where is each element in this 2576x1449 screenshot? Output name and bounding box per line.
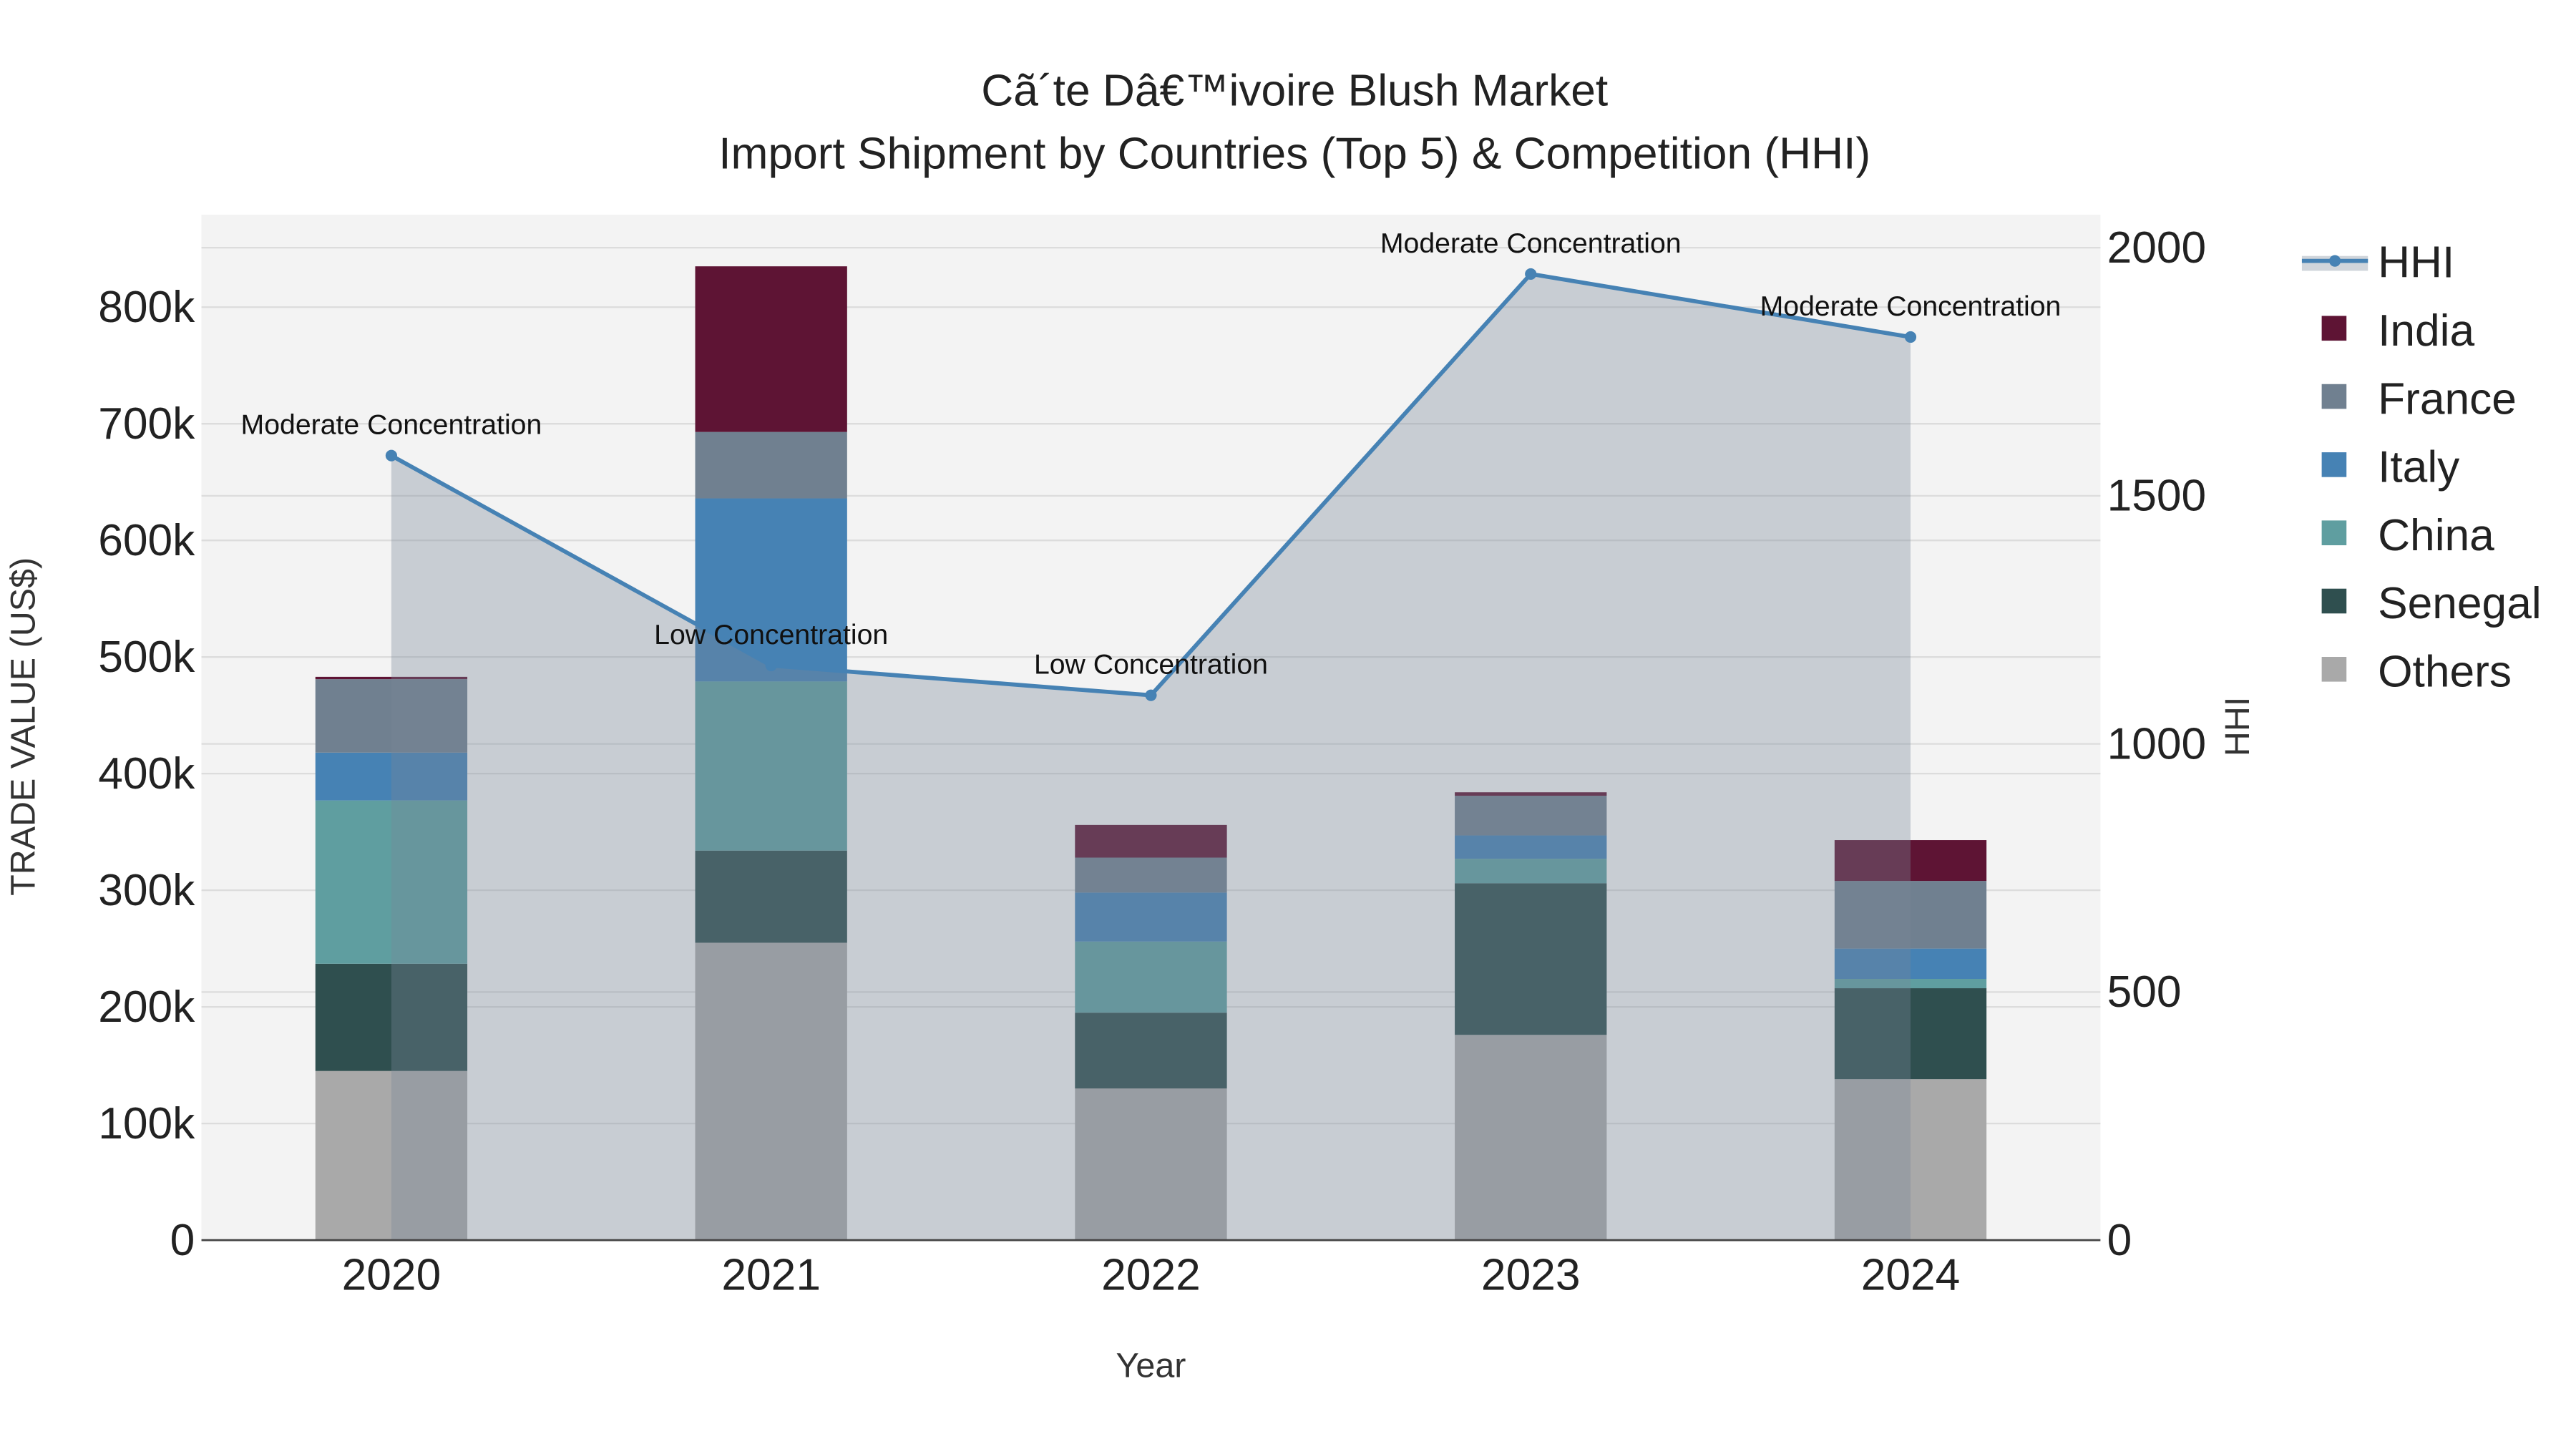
hhi-annotation: Low Concentration [1034, 649, 1268, 680]
y-tick-label: 600k [98, 516, 195, 565]
x-tick-label: 2021 [721, 1250, 821, 1299]
x-tick-label: 2024 [1861, 1250, 1961, 1299]
legend-swatch [2321, 384, 2347, 409]
y-tick-label: 800k [98, 283, 195, 332]
legend-label: HHI [2378, 238, 2454, 288]
legend-label: France [2378, 374, 2517, 424]
legend-item-india[interactable]: India [2321, 306, 2475, 356]
y2-tick-label: 0 [2107, 1216, 2132, 1265]
y-tick-label: 400k [98, 749, 195, 799]
chart-subtitle: Import Shipment by Countries (Top 5) & C… [718, 129, 1870, 178]
legend-label: Others [2378, 648, 2512, 697]
legend-label: China [2378, 511, 2494, 560]
y2-tick-label: 1000 [2107, 719, 2207, 769]
x-tick-label: 2020 [342, 1250, 441, 1299]
y-tick-label: 100k [98, 1099, 195, 1148]
legend-item-france[interactable]: France [2321, 374, 2517, 424]
hhi-annotation: Moderate Concentration [1760, 291, 2062, 322]
chart-title: Cã´te Dâ€™ivoire Blush Market [981, 67, 1608, 116]
legend-label: Senegal [2378, 579, 2542, 628]
y-axis-title: TRADE VALUE (US$) [4, 557, 42, 896]
legend-item-hhi[interactable]: HHI [2301, 238, 2454, 288]
legend-item-china[interactable]: China [2321, 511, 2495, 560]
legend: HHI India France Italy China Senegal Others [2301, 238, 2542, 697]
legend-swatch-marker [2329, 255, 2341, 267]
legend-swatch [2321, 520, 2347, 545]
x-axis-title: Year [1116, 1347, 1186, 1385]
y-tick-label: 300k [98, 866, 195, 915]
hhi-point [1525, 268, 1537, 280]
legend-swatch [2321, 316, 2347, 341]
y2-tick-label: 1500 [2107, 472, 2207, 521]
hhi-point [1904, 331, 1917, 343]
hhi-point [1145, 689, 1157, 701]
legend-swatch [2321, 588, 2347, 614]
bar-france-2021 [695, 431, 847, 499]
legend-item-senegal[interactable]: Senegal [2321, 579, 2542, 628]
bar-india-2021 [695, 266, 847, 432]
hhi-annotation: Moderate Concentration [241, 409, 542, 441]
y2-tick-label: 500 [2107, 967, 2182, 1017]
y-tick-label: 500k [98, 633, 195, 682]
legend-swatch [2321, 657, 2347, 682]
hhi-point [765, 659, 777, 672]
chart: Moderate Concentration Low Concentration L… [4, 67, 2542, 1385]
legend-label: Italy [2378, 443, 2460, 492]
x-tick-label: 2023 [1481, 1250, 1581, 1299]
y-tick-label: 200k [98, 982, 195, 1032]
y2-axis-title: HHI [2218, 697, 2257, 756]
y-tick-label: 700k [98, 399, 195, 449]
legend-item-italy[interactable]: Italy [2321, 443, 2461, 492]
hhi-annotation: Moderate Concentration [1380, 228, 1682, 259]
legend-item-others[interactable]: Others [2321, 648, 2512, 697]
legend-swatch [2321, 452, 2347, 477]
hhi-annotation: Low Concentration [654, 619, 888, 650]
y2-tick-label: 2000 [2107, 223, 2207, 273]
y-tick-label: 0 [170, 1216, 195, 1265]
x-tick-label: 2022 [1101, 1250, 1201, 1299]
legend-label: India [2378, 306, 2474, 356]
hhi-point [385, 449, 397, 462]
